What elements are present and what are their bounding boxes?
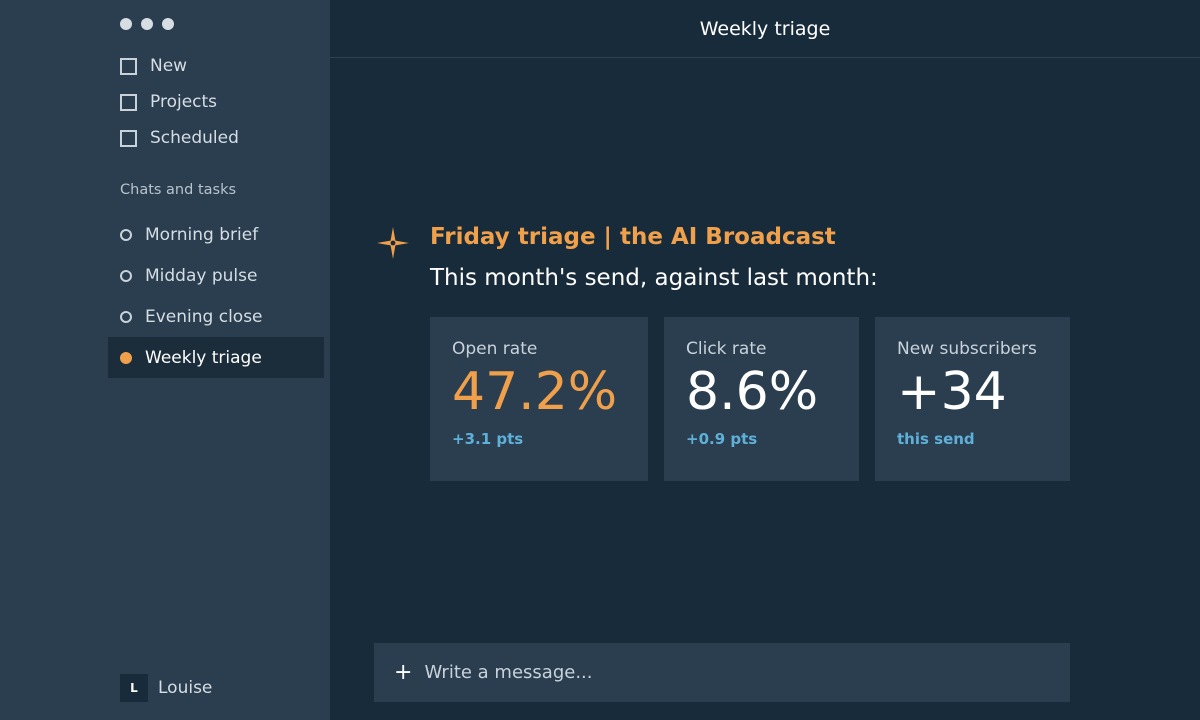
checkbox-icon bbox=[120, 93, 137, 111]
status-dot-icon bbox=[120, 228, 132, 241]
stat-delta: +3.1 pts bbox=[452, 429, 524, 448]
sidebar-item-label: Scheduled bbox=[150, 128, 239, 148]
section-label: Chats and tasks bbox=[120, 182, 237, 198]
chat-item-label: Evening close bbox=[145, 306, 263, 327]
stat-card-open-rate: Open rate 47.2% +3.1 pts bbox=[430, 317, 648, 481]
stat-value: 8.6% bbox=[686, 362, 819, 422]
chat-item-label: Morning brief bbox=[145, 224, 259, 245]
window-dot-icon[interactable] bbox=[162, 18, 174, 30]
chat-item-evening-close[interactable]: Evening close bbox=[108, 296, 324, 337]
sidebar-item-new[interactable]: New bbox=[120, 54, 239, 78]
message-title: Friday triage | the AI Broadcast bbox=[430, 224, 836, 250]
window-dot-icon[interactable] bbox=[120, 18, 132, 30]
stat-label: Click rate bbox=[686, 339, 767, 359]
sidebar-item-projects[interactable]: Projects bbox=[120, 90, 239, 114]
stat-label: New subscribers bbox=[897, 339, 1037, 359]
chat-item-label: Weekly triage bbox=[145, 347, 262, 368]
chat-item-weekly-triage[interactable]: Weekly triage bbox=[108, 337, 324, 378]
window-dot-icon[interactable] bbox=[141, 18, 153, 30]
message-input[interactable]: + Write a message... bbox=[374, 643, 1070, 702]
message-placeholder: Write a message... bbox=[424, 662, 593, 683]
page-title: Weekly triage bbox=[699, 17, 831, 40]
checkbox-icon bbox=[120, 129, 137, 147]
stat-value: 47.2% bbox=[452, 362, 618, 422]
status-dot-icon bbox=[120, 351, 132, 364]
sidebar-item-scheduled[interactable]: Scheduled bbox=[120, 126, 239, 150]
stat-card-click-rate: Click rate 8.6% +0.9 pts bbox=[664, 317, 859, 481]
stat-value: +34 bbox=[897, 362, 1007, 422]
sidebar: New Projects Scheduled Chats and tasks M… bbox=[0, 0, 330, 720]
chat-item-morning-brief[interactable]: Morning brief bbox=[108, 214, 324, 255]
sparkle-icon bbox=[377, 227, 409, 259]
message-subtitle: This month's send, against last month: bbox=[430, 265, 878, 291]
sidebar-nav: New Projects Scheduled bbox=[120, 54, 239, 162]
stat-delta: +0.9 pts bbox=[686, 429, 758, 448]
sidebar-item-label: New bbox=[150, 56, 188, 76]
status-dot-icon bbox=[120, 310, 132, 323]
stat-delta: this send bbox=[897, 429, 975, 448]
plus-icon[interactable]: + bbox=[394, 661, 412, 684]
window-controls bbox=[120, 18, 174, 30]
chat-item-midday-pulse[interactable]: Midday pulse bbox=[108, 255, 324, 296]
checkbox-icon bbox=[120, 57, 137, 75]
header: Weekly triage bbox=[330, 0, 1200, 58]
chat-list: Morning brief Midday pulse Evening close… bbox=[108, 214, 324, 378]
chat-item-label: Midday pulse bbox=[145, 265, 258, 286]
avatar: L bbox=[120, 674, 148, 702]
user-profile[interactable]: L Louise bbox=[120, 674, 212, 702]
status-dot-icon bbox=[120, 269, 132, 282]
stat-label: Open rate bbox=[452, 339, 538, 359]
stat-card-new-subscribers: New subscribers +34 this send bbox=[875, 317, 1070, 481]
sidebar-item-label: Projects bbox=[150, 92, 218, 112]
user-name: Louise bbox=[158, 678, 213, 698]
